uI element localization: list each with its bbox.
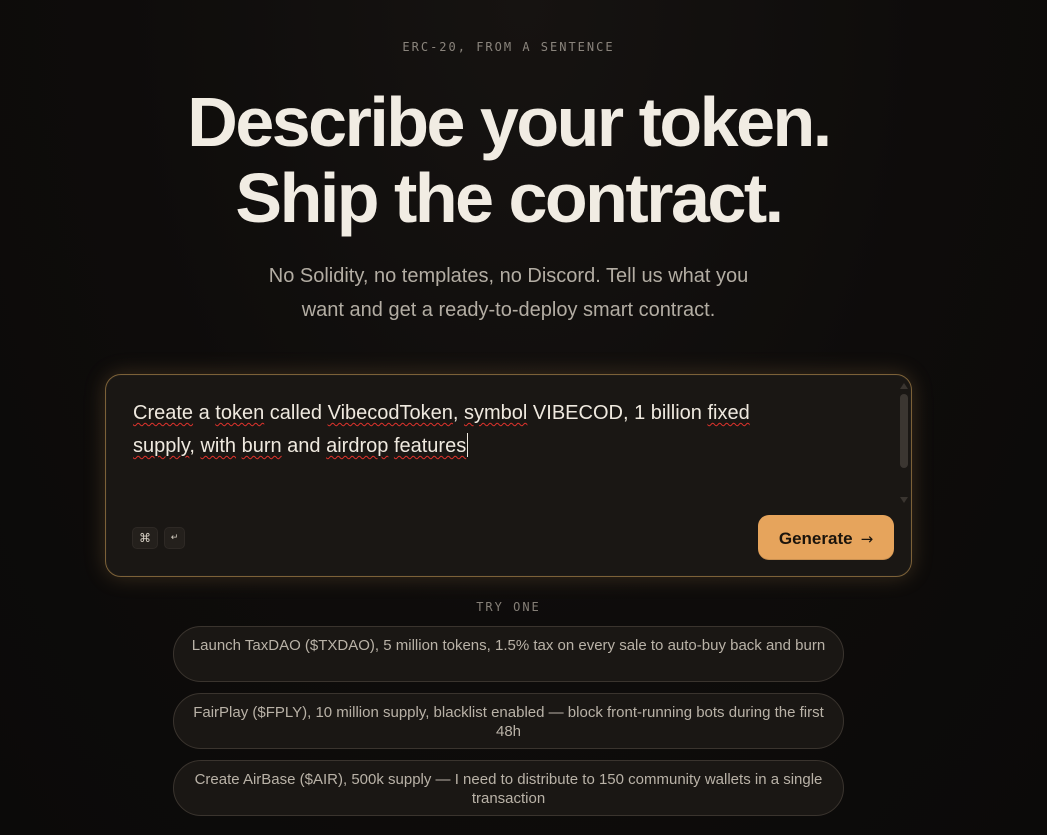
prompt-text-segment: ,	[189, 435, 201, 457]
page: ERC-20, FROM A SENTENCE Describe your to…	[0, 0, 1047, 835]
prompt-line-1: Create a token called VibecodToken, symb…	[133, 397, 863, 430]
suggestion-chip[interactable]: FairPlay ($FPLY), 10 million supply, bla…	[173, 693, 844, 749]
spellcheck-word: features	[393, 435, 467, 457]
spellcheck-word: VibecodToken	[327, 402, 453, 424]
suggestion-list: Launch TaxDAO ($TXDAO), 5 million tokens…	[173, 626, 844, 827]
spellcheck-word: with	[200, 435, 237, 457]
spellcheck-word: fixed	[707, 402, 750, 424]
spellcheck-word: token	[215, 402, 265, 424]
subheading-line-2: want and get a ready-to-deploy smart con…	[301, 299, 716, 321]
suggestion-chip[interactable]: Create AirBase ($AIR), 500k supply — I n…	[173, 760, 844, 816]
prompt-text-segment: called	[264, 402, 328, 424]
eyebrow-label: ERC-20, FROM A SENTENCE	[402, 40, 615, 54]
generate-button-label: Generate	[778, 529, 853, 548]
prompt-line-2: supply, with burn and airdrop features	[133, 430, 863, 463]
text-caret	[467, 433, 469, 457]
try-one-label: TRY ONE	[476, 600, 541, 614]
spellcheck-word: airdrop	[326, 435, 389, 457]
page-title: Describe your token. Ship the contract.	[0, 84, 1017, 236]
prompt-text-segment: VIBECOD, 1 billion	[527, 402, 708, 424]
spellcheck-word: Create	[133, 402, 194, 424]
suggestion-chip[interactable]: Launch TaxDAO ($TXDAO), 5 million tokens…	[173, 626, 844, 682]
prompt-textarea[interactable]: Create a token called VibecodToken, symb…	[133, 397, 863, 463]
prompt-text-segment: and	[281, 435, 327, 457]
subheading-line-1: No Solidity, no templates, no Discord. T…	[268, 265, 749, 287]
generate-button[interactable]: Generate →	[758, 515, 894, 560]
prompt-text-segment: ,	[452, 402, 465, 424]
spellcheck-word: burn	[241, 435, 282, 457]
spellcheck-word: symbol	[464, 402, 528, 424]
textarea-scrollbar[interactable]	[899, 383, 909, 503]
command-key-icon: ⌘	[132, 527, 158, 549]
spellcheck-word: supply	[133, 435, 190, 457]
prompt-text-segment: a	[193, 402, 216, 424]
arrow-right-icon: →	[860, 530, 874, 548]
scroll-down-arrow-icon[interactable]	[900, 497, 908, 503]
prompt-composer: Create a token called VibecodToken, symb…	[105, 374, 912, 577]
scroll-up-arrow-icon[interactable]	[900, 383, 908, 389]
subheading: No Solidity, no templates, no Discord. T…	[0, 259, 1017, 327]
scrollbar-thumb[interactable]	[900, 394, 908, 468]
headline-line-2: Ship the contract.	[235, 159, 784, 237]
enter-key-icon: ↵	[164, 527, 185, 549]
keyboard-shortcut-hint: ⌘ ↵	[132, 527, 185, 549]
headline-line-1: Describe your token.	[187, 83, 832, 161]
